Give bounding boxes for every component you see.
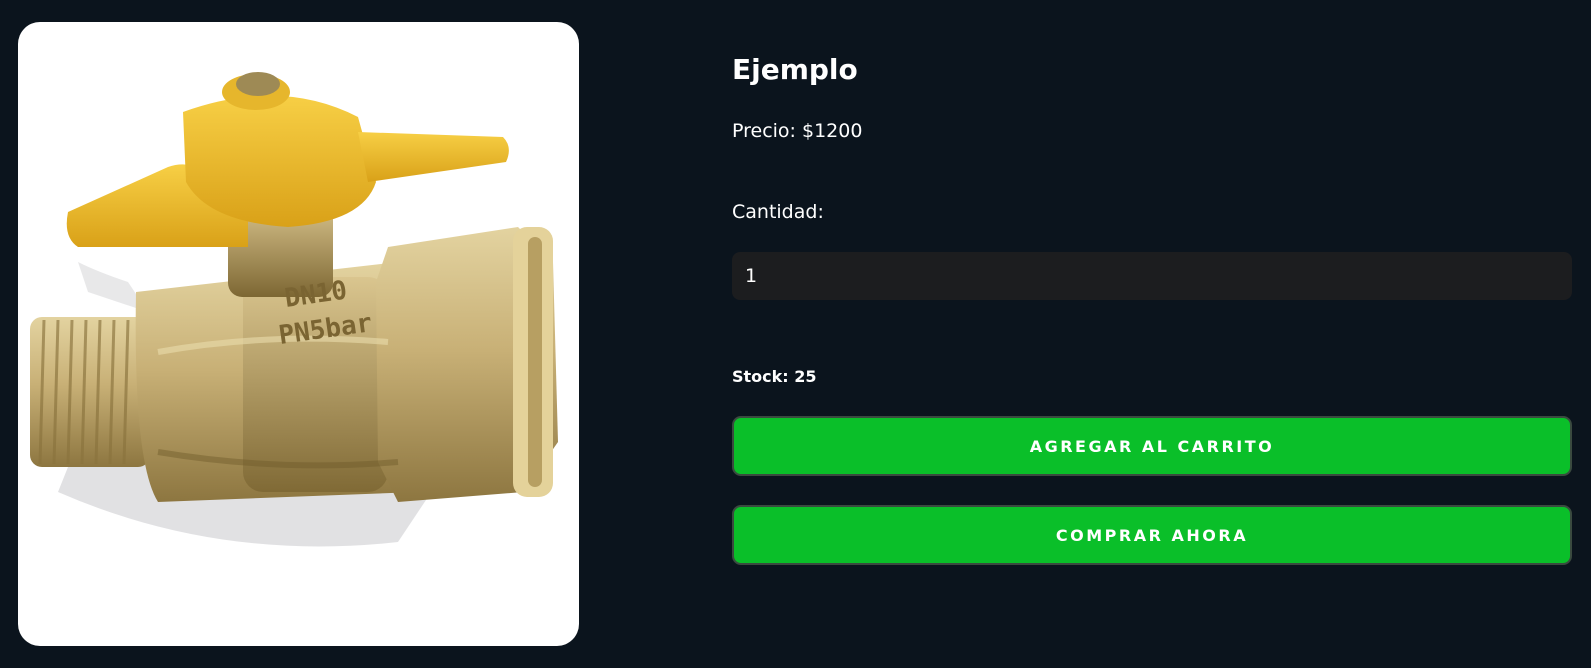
quantity-input[interactable] [732,252,1572,300]
product-image: DN10 PN5bar [18,22,579,646]
product-details: Ejemplo Precio: $1200 Cantidad: Stock: 2… [732,0,1572,668]
quantity-label: Cantidad: [732,201,824,223]
product-price: Precio: $1200 [732,120,863,142]
add-to-cart-button[interactable]: AGREGAR AL CARRITO [732,416,1572,476]
product-title: Ejemplo [732,53,858,86]
stock-indicator: Stock: 25 [732,367,817,386]
valve-illustration: DN10 PN5bar [30,72,558,547]
product-page: DN10 PN5bar Ejemplo Precio: $1200 Cantid… [0,0,1591,668]
buy-now-button[interactable]: COMPRAR AHORA [732,505,1572,565]
